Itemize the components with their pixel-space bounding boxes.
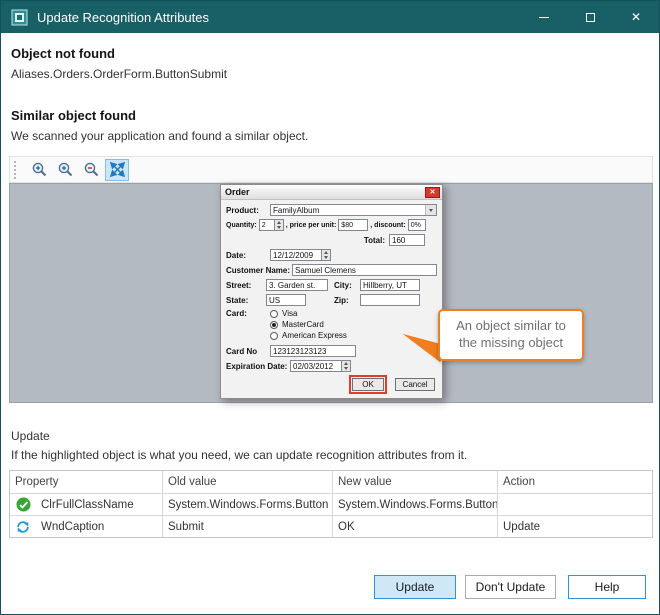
preview-toolbar	[9, 156, 653, 183]
product-combobox: FamilyAlbum	[270, 204, 437, 216]
total-label: Total:	[364, 236, 385, 245]
date-label: Date:	[226, 251, 270, 260]
state-label: State:	[226, 296, 266, 305]
cell-new-value: OK	[332, 516, 497, 537]
order-body: Product: FamilyAlbum Quantity: 2 , price…	[221, 200, 442, 394]
quantity-label: Quantity:	[226, 222, 257, 229]
col-header-property: Property	[10, 471, 162, 493]
cell-new-value: System.Windows.Forms.Button	[332, 494, 497, 515]
radio-visa: Visa	[270, 309, 347, 318]
radio-icon	[270, 332, 278, 340]
title-bar[interactable]: Update Recognition Attributes ✕	[1, 1, 659, 33]
cancel-button: Cancel	[395, 378, 435, 391]
help-button[interactable]: Help	[568, 575, 646, 599]
customer-name-input: Samuel Clemens	[292, 264, 437, 276]
date-spinner-icon	[322, 249, 331, 261]
fit-to-window-icon[interactable]	[105, 159, 129, 181]
quantity-spinner-icon	[275, 219, 284, 231]
discount-label: , discount:	[370, 222, 405, 229]
ok-button[interactable]: OK	[352, 378, 384, 391]
maximize-icon	[586, 13, 595, 22]
city-input: Hillberry, UT	[360, 279, 420, 291]
update-heading: Update	[11, 429, 50, 443]
callout-bubble: An object similar to the missing object	[438, 309, 584, 361]
discount-input: 0%	[408, 219, 426, 231]
col-header-new-value: New value	[332, 471, 497, 493]
street-input: 3. Garden st.	[266, 279, 328, 291]
cell-action	[497, 494, 652, 515]
toolbar-grip[interactable]	[14, 161, 19, 179]
radio-american-express-label: American Express	[282, 331, 347, 340]
zoom-in-icon[interactable]	[27, 159, 51, 181]
city-label: City:	[334, 281, 360, 290]
quantity-input: 2	[259, 219, 275, 231]
card-no-input: 123123123123	[270, 345, 356, 357]
cell-old-value: Submit	[162, 516, 332, 537]
radio-visa-label: Visa	[282, 309, 297, 318]
col-header-action: Action	[497, 471, 652, 493]
zoom-normal-icon[interactable]	[53, 159, 77, 181]
maximize-button[interactable]	[567, 1, 613, 33]
zoom-out-icon[interactable]	[79, 159, 103, 181]
cell-property: ClrFullClassName	[36, 494, 162, 515]
update-button[interactable]: Update	[374, 575, 456, 599]
minimize-button[interactable]	[521, 1, 567, 33]
refresh-icon	[10, 516, 36, 537]
total-input: 160	[389, 234, 425, 246]
card-no-label: Card No	[226, 347, 270, 356]
zip-label: Zip:	[334, 296, 360, 305]
similar-object-heading: Similar object found	[11, 108, 136, 123]
radio-icon	[270, 310, 278, 318]
update-recognition-attributes-dialog: Update Recognition Attributes ✕ Object n…	[0, 0, 660, 615]
close-button[interactable]: ✕	[613, 1, 659, 33]
table-header-row: Property Old value New value Action	[10, 471, 652, 493]
window-title: Update Recognition Attributes	[37, 10, 209, 25]
object-not-found-heading: Object not found	[11, 46, 115, 61]
radio-american-express: American Express	[270, 331, 347, 340]
product-value: FamilyAlbum	[273, 206, 319, 215]
radio-selected-icon	[270, 321, 278, 329]
price-label: , price per unit:	[286, 222, 337, 229]
street-label: Street:	[226, 281, 266, 290]
order-form-preview[interactable]: Order ✕ Product: FamilyAlbum Quantity: 2…	[220, 184, 443, 399]
cell-action: Update	[497, 516, 652, 537]
radio-mastercard-label: MasterCard	[282, 320, 324, 329]
date-input: 12/12/2009	[270, 249, 322, 261]
update-description: If the highlighted object is what you ne…	[11, 448, 467, 462]
attributes-table: Property Old value New value Action ClrF…	[9, 470, 653, 538]
card-label: Card:	[226, 309, 270, 318]
price-input: $80	[338, 219, 368, 231]
cell-property: WndCaption	[36, 516, 162, 537]
order-title: Order	[225, 187, 250, 197]
radio-mastercard: MasterCard	[270, 320, 347, 329]
dont-update-button[interactable]: Don't Update	[465, 575, 556, 599]
check-icon	[10, 494, 36, 515]
preview-area: Order ✕ Product: FamilyAlbum Quantity: 2…	[9, 183, 653, 403]
close-icon: ✕	[631, 10, 641, 24]
order-close-icon: ✕	[425, 187, 440, 198]
zip-input	[360, 294, 420, 306]
expiration-date-label: Expiration Date:	[226, 362, 290, 371]
minimize-icon	[539, 17, 549, 18]
table-row[interactable]: WndCaption Submit OK Update	[10, 515, 652, 537]
table-row[interactable]: ClrFullClassName System.Windows.Forms.Bu…	[10, 493, 652, 515]
order-title-bar: Order ✕	[221, 185, 442, 200]
window-controls: ✕	[521, 1, 659, 33]
card-radio-group: Visa MasterCard American Express	[270, 309, 347, 342]
expiration-spinner-icon	[342, 360, 351, 372]
col-header-old-value: Old value	[162, 471, 332, 493]
customer-name-label: Customer Name:	[226, 266, 292, 275]
product-label: Product:	[226, 206, 270, 215]
similar-object-description: We scanned your application and found a …	[11, 129, 308, 143]
app-icon	[11, 9, 28, 26]
combo-dropdown-icon	[425, 205, 436, 215]
object-path: Aliases.Orders.OrderForm.ButtonSubmit	[11, 67, 227, 81]
cell-old-value: System.Windows.Forms.Button	[162, 494, 332, 515]
state-input: US	[266, 294, 306, 306]
expiration-date-input: 02/03/2012	[290, 360, 342, 372]
ok-button-highlight: OK	[349, 375, 387, 394]
